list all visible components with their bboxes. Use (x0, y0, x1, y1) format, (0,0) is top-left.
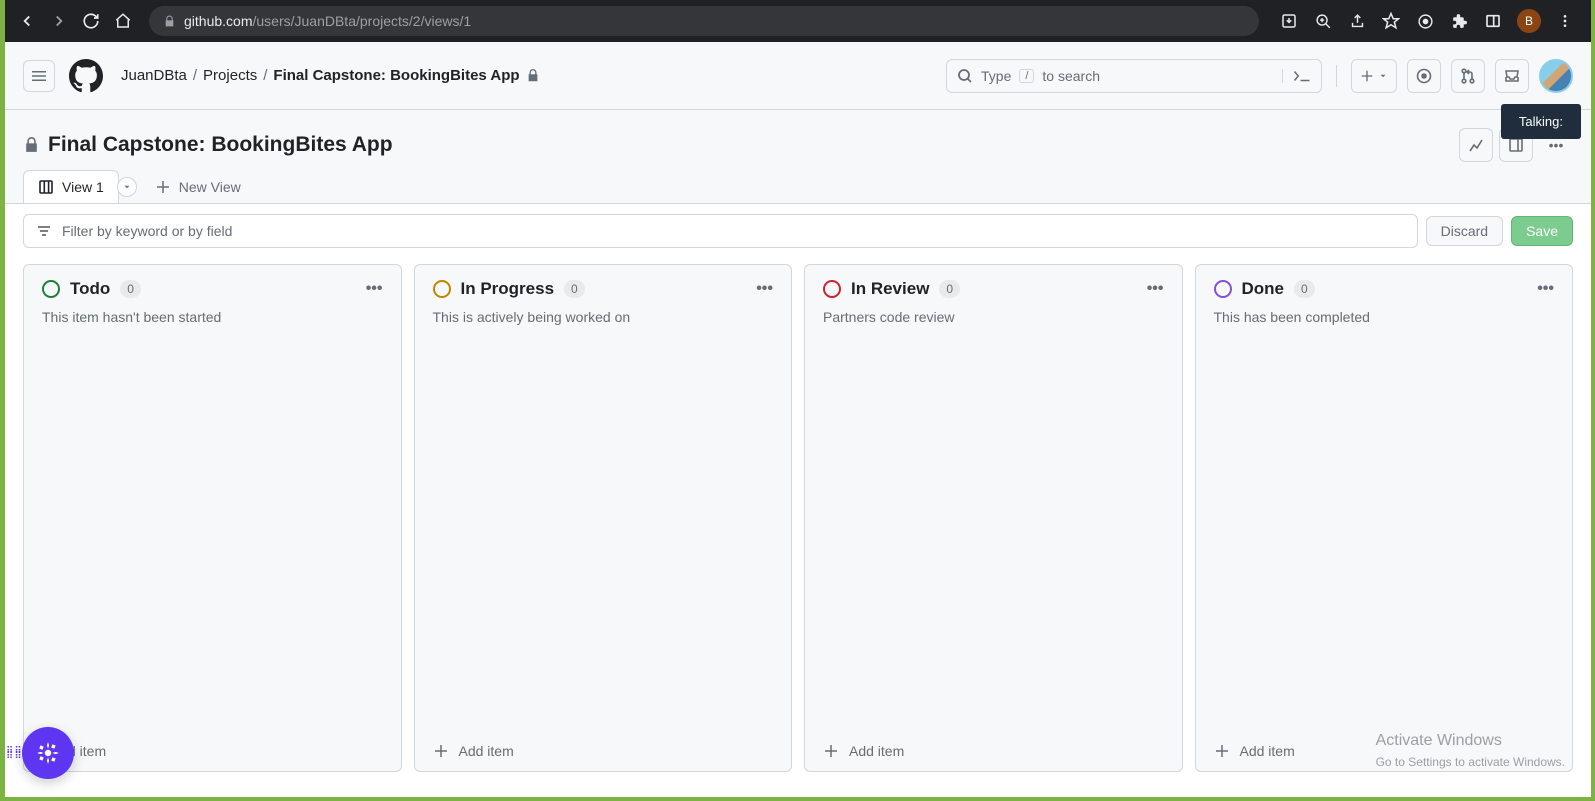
column-description: This is actively being worked on (415, 303, 792, 331)
lock-icon (526, 69, 540, 83)
filter-input[interactable]: Filter by keyword or by field (23, 214, 1418, 248)
column-body[interactable] (24, 331, 401, 731)
plus-icon (1214, 743, 1230, 759)
tab-dropdown[interactable] (117, 177, 137, 197)
count-badge: 0 (1294, 280, 1315, 298)
profile-badge[interactable]: B (1517, 9, 1541, 33)
forward-button[interactable] (45, 7, 73, 35)
column-title: Todo (70, 279, 110, 299)
breadcrumb: JuanDBta / Projects / Final Capstone: Bo… (121, 67, 540, 84)
count-badge: 0 (564, 280, 585, 298)
issues-button[interactable] (1407, 59, 1441, 93)
talking-tooltip: Talking: (1501, 104, 1581, 139)
add-item-button[interactable]: Add item (805, 731, 1182, 771)
kanban-board: Todo 0 ••• This item hasn't been started… (5, 258, 1591, 778)
install-icon[interactable] (1279, 11, 1299, 31)
inbox-button[interactable] (1495, 59, 1529, 93)
search-icon (957, 68, 973, 84)
status-dot-icon (1214, 280, 1232, 298)
count-badge: 0 (120, 280, 141, 298)
github-header: JuanDBta / Projects / Final Capstone: Bo… (5, 42, 1591, 110)
target-icon[interactable] (1415, 11, 1435, 31)
status-dot-icon (42, 280, 60, 298)
reload-button[interactable] (77, 7, 105, 35)
breadcrumb-projects[interactable]: Projects (203, 67, 257, 84)
zoom-icon[interactable] (1313, 11, 1333, 31)
column-header: Done 0 ••• (1196, 265, 1573, 303)
extension-icons: B (1271, 9, 1583, 33)
github-logo-icon[interactable] (69, 59, 103, 93)
search-input[interactable]: Type / to search (946, 59, 1322, 93)
column-done: Done 0 ••• This has been completed Add i… (1195, 264, 1574, 772)
star-icon[interactable] (1381, 11, 1401, 31)
create-new-button[interactable] (1351, 59, 1397, 93)
count-badge: 0 (939, 280, 960, 298)
new-view-button[interactable]: New View (141, 171, 255, 203)
lock-icon (23, 137, 40, 154)
column-menu-button[interactable]: ••• (756, 280, 773, 298)
add-item-button[interactable]: d item (24, 731, 401, 771)
tab-view1[interactable]: View 1 (23, 170, 119, 203)
add-item-button[interactable]: Add item (1196, 731, 1573, 771)
breadcrumb-current: Final Capstone: BookingBites App (273, 67, 519, 84)
plus-icon (155, 179, 171, 195)
save-button[interactable]: Save (1511, 216, 1573, 246)
url-host: github.com (184, 13, 252, 29)
column-body[interactable] (1196, 331, 1573, 731)
column-menu-button[interactable]: ••• (1147, 280, 1164, 298)
filter-row: Filter by keyword or by field Discard Sa… (5, 204, 1591, 258)
url-path: /users/JuanDBta/projects/2/views/1 (252, 13, 471, 29)
loom-fab[interactable] (22, 727, 74, 779)
address-bar[interactable]: github.com/users/JuanDBta/projects/2/vie… (149, 6, 1259, 36)
filter-icon (36, 223, 52, 239)
column-menu-button[interactable]: ••• (1537, 280, 1554, 298)
plus-icon (433, 743, 449, 759)
column-title: Done (1242, 279, 1285, 299)
column-description: This item hasn't been started (24, 303, 401, 331)
views-tabs: View 1 New View (5, 170, 1591, 204)
menu-icon[interactable] (1555, 11, 1575, 31)
column-in-review: In Review 0 ••• Partners code review Add… (804, 264, 1183, 772)
column-header: In Progress 0 ••• (415, 265, 792, 303)
column-body[interactable] (415, 331, 792, 731)
home-button[interactable] (109, 7, 137, 35)
command-palette-icon[interactable] (1282, 69, 1311, 83)
slash-key: / (1019, 69, 1034, 83)
project-title: Final Capstone: BookingBites App (48, 133, 393, 157)
column-description: Partners code review (805, 303, 1182, 331)
lock-icon (163, 15, 176, 28)
column-body[interactable] (805, 331, 1182, 731)
status-dot-icon (433, 280, 451, 298)
insights-button[interactable] (1459, 128, 1493, 162)
chevron-down-icon (1378, 71, 1388, 81)
add-item-button[interactable]: Add item (415, 731, 792, 771)
column-header: In Review 0 ••• (805, 265, 1182, 303)
column-description: This has been completed (1196, 303, 1573, 331)
project-header: Final Capstone: BookingBites App ••• (5, 110, 1591, 170)
back-button[interactable] (13, 7, 41, 35)
extensions-icon[interactable] (1449, 11, 1469, 31)
column-header: Todo 0 ••• (24, 265, 401, 303)
column-todo: Todo 0 ••• This item hasn't been started… (23, 264, 402, 772)
column-menu-button[interactable]: ••• (366, 280, 383, 298)
browser-toolbar: github.com/users/JuanDBta/projects/2/vie… (5, 0, 1591, 42)
hamburger-menu[interactable] (23, 60, 55, 92)
board-icon (38, 179, 54, 195)
drag-handle-icon: ⠿⠿⠿⠿ (6, 749, 23, 759)
column-title: In Progress (461, 279, 555, 299)
column-in-progress: In Progress 0 ••• This is actively being… (414, 264, 793, 772)
plus-icon (823, 743, 839, 759)
status-dot-icon (823, 280, 841, 298)
pull-requests-button[interactable] (1451, 59, 1485, 93)
user-avatar[interactable] (1539, 59, 1573, 93)
discard-button[interactable]: Discard (1426, 216, 1503, 246)
column-title: In Review (851, 279, 929, 299)
share-icon[interactable] (1347, 11, 1367, 31)
breadcrumb-user[interactable]: JuanDBta (121, 67, 187, 84)
panel-icon[interactable] (1483, 11, 1503, 31)
